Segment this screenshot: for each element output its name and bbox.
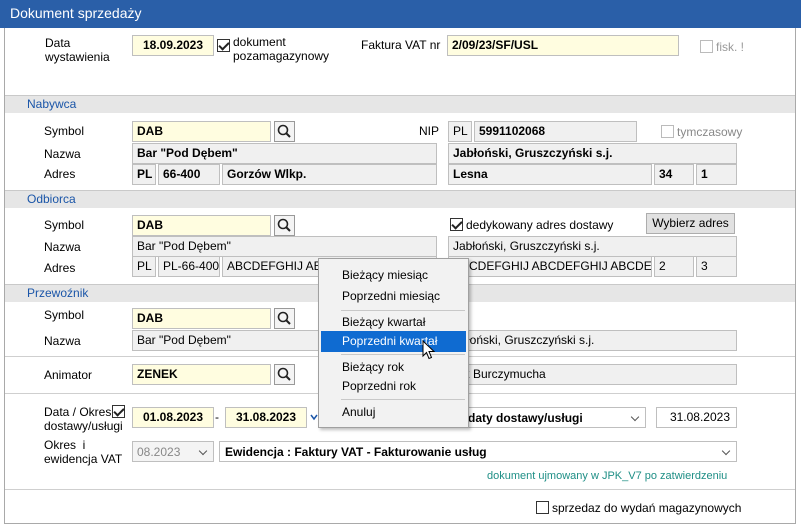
okres-data-field[interactable]: 31.08.2023 bbox=[656, 407, 737, 428]
odbiorca-nazwa-field[interactable]: Bar "Pod Dębem" bbox=[132, 236, 437, 257]
nabywca-search-button[interactable] bbox=[274, 121, 295, 142]
search-icon bbox=[277, 124, 291, 138]
animator-field[interactable]: ZENEK bbox=[132, 364, 271, 385]
odbiorca-nazwa2-field[interactable]: Jabłoński, Gruszczyński s.j. bbox=[448, 236, 737, 257]
fisk-checkbox[interactable] bbox=[700, 40, 713, 53]
section-przewoznik-title: Przewoźnik bbox=[27, 286, 89, 300]
menu-item-poprzedni-rok[interactable]: Poprzedni rok bbox=[321, 376, 466, 397]
menu-item-biezacy-kwartal[interactable]: Bieżący kwartał bbox=[321, 312, 466, 333]
nabywca-ulica-field[interactable]: Lesna bbox=[448, 164, 652, 185]
data-wystawienia-field[interactable]: 18.09.2023 bbox=[132, 35, 214, 56]
przewoznik-nazwa2-field[interactable]: łoński, Gruszczyński s.j. bbox=[448, 330, 737, 351]
nabywca-kraj-field[interactable]: PL bbox=[132, 164, 156, 185]
sprzedaz-checkbox[interactable] bbox=[536, 501, 549, 514]
search-icon bbox=[277, 367, 291, 381]
section-nabywca: Nabywca bbox=[5, 95, 795, 113]
mouse-cursor-icon bbox=[422, 339, 436, 362]
odbiorca-nazwa-label: Nazwa bbox=[44, 240, 81, 254]
okres-checkbox[interactable] bbox=[112, 405, 125, 418]
nabywca-symbol-field[interactable]: DAB bbox=[132, 121, 271, 142]
window-title: Dokument sprzedaży bbox=[10, 5, 142, 21]
ewidencja-select[interactable]: Ewidencja : Faktury VAT - Fakturowanie u… bbox=[219, 441, 737, 462]
animator-label: Animator bbox=[44, 368, 93, 382]
nip-kraj-field[interactable]: PL bbox=[448, 121, 472, 142]
okres-typ-value: daty dostawy/usługi bbox=[468, 411, 583, 425]
menu-item-biezacy-miesiac[interactable]: Bieżący miesiąc bbox=[321, 265, 466, 286]
animator-search-button[interactable] bbox=[274, 364, 295, 385]
section-nabywca-title: Nabywca bbox=[27, 97, 77, 111]
sprzedaz-label: sprzedaz do wydań magazynowych bbox=[552, 501, 742, 515]
nabywca-nr-field[interactable]: 34 bbox=[654, 164, 694, 185]
search-icon bbox=[277, 311, 291, 325]
ewidencja-value: Ewidencja : Faktury VAT - Fakturowanie u… bbox=[225, 445, 487, 459]
okres-od-field[interactable]: 01.08.2023 bbox=[132, 407, 214, 428]
window-title-bar: Dokument sprzedaży bbox=[0, 0, 801, 28]
context-menu: Bieżący miesiąc Poprzedni miesiąc Bieżąc… bbox=[318, 258, 469, 428]
przewoznik-nazwa-label: Nazwa bbox=[44, 334, 81, 348]
nabywca-nazwa-label: Nazwa bbox=[44, 147, 81, 161]
section-odbiorca-title: Odbiorca bbox=[27, 192, 76, 206]
nabywca-symbol-label: Symbol bbox=[44, 124, 85, 138]
okres-typ-select[interactable]: daty dostawy/usługi bbox=[448, 407, 646, 428]
okres-vat-label: Okres i ewidencja VAT bbox=[44, 438, 123, 466]
menu-separator bbox=[341, 354, 465, 355]
wybierz-adres-button[interactable]: Wybierz adres bbox=[646, 213, 735, 234]
nip-field[interactable]: 5991102068 bbox=[474, 121, 637, 142]
okres-dash: - bbox=[215, 410, 219, 424]
menu-item-poprzedni-kwartal[interactable]: Poprzedni kwartał bbox=[321, 331, 466, 352]
pozamagazynowy-label: dokument pozamagazynowy bbox=[233, 35, 330, 63]
przewoznik-symbol-label: Symbol bbox=[44, 308, 85, 322]
pozamagazynowy-checkbox[interactable] bbox=[217, 39, 230, 52]
odbiorca-lok-field[interactable]: 3 bbox=[696, 256, 737, 277]
odbiorca-symbol-label: Symbol bbox=[44, 218, 85, 232]
section-odbiorca: Odbiorca bbox=[5, 190, 795, 208]
odbiorca-search-button[interactable] bbox=[274, 215, 295, 236]
odbiorca-ulica-field[interactable]: ABCDEFGHIJ ABCDEFGHIJ ABCDEFGHIJ bbox=[448, 256, 652, 277]
nabywca-kod-field[interactable]: 66-400 bbox=[158, 164, 220, 185]
menu-item-poprzedni-miesiac[interactable]: Poprzedni miesiąc bbox=[321, 286, 466, 307]
nip-label: NIP bbox=[419, 124, 440, 138]
fisk-label: fisk. ! bbox=[716, 40, 745, 54]
odbiorca-nr-field[interactable]: 2 bbox=[654, 256, 694, 277]
nabywca-nazwa-field[interactable]: Bar "Pod Dębem" bbox=[132, 143, 437, 164]
search-icon bbox=[277, 218, 291, 232]
przewoznik-symbol-field[interactable]: DAB bbox=[132, 308, 271, 329]
divider bbox=[5, 489, 795, 490]
nabywca-miasto-field[interactable]: Gorzów Wlkp. bbox=[222, 164, 437, 185]
odbiorca-kraj-field[interactable]: PL bbox=[132, 256, 156, 277]
okres-do-field[interactable]: 31.08.2023 bbox=[225, 407, 307, 428]
przewoznik-search-button[interactable] bbox=[274, 308, 295, 329]
chevron-down-icon bbox=[628, 408, 645, 427]
animator-name-field[interactable]: ek Burczymucha bbox=[448, 364, 737, 385]
okres-miesiac-value: 08.2023 bbox=[137, 445, 181, 459]
faktura-nr-label: Faktura VAT nr bbox=[361, 38, 441, 52]
odbiorca-symbol-field[interactable]: DAB bbox=[132, 215, 271, 236]
nabywca-adres-label: Adres bbox=[44, 167, 76, 181]
menu-separator bbox=[341, 399, 465, 400]
tymczasowy-checkbox[interactable] bbox=[661, 125, 674, 138]
menu-item-biezacy-rok[interactable]: Bieżący rok bbox=[321, 357, 466, 378]
faktura-nr-field[interactable]: 2/09/23/SF/USL bbox=[447, 35, 679, 56]
dedykowany-checkbox[interactable] bbox=[450, 218, 463, 231]
jpk-info-text: dokument ujmowany w JPK_V7 po zatwierdze… bbox=[487, 470, 728, 482]
okres-dostawy-label: Data / Okres dostawy/usługi bbox=[44, 405, 123, 433]
nabywca-nazwa2-field[interactable]: Jabłoński, Gruszczyński s.j. bbox=[448, 143, 737, 164]
chevron-down-icon bbox=[196, 442, 213, 461]
dedykowany-label: dedykowany adres dostawy bbox=[466, 218, 614, 232]
odbiorca-adres-label: Adres bbox=[44, 261, 76, 275]
nabywca-lok-field[interactable]: 1 bbox=[696, 164, 737, 185]
chevron-down-icon bbox=[719, 442, 736, 461]
tymczasowy-label: tymczasowy bbox=[677, 125, 743, 139]
data-wystawienia-label: Data wystawienia bbox=[45, 36, 110, 64]
menu-separator bbox=[341, 310, 465, 311]
okres-miesiac-select[interactable]: 08.2023 bbox=[132, 441, 214, 462]
menu-item-anuluj[interactable]: Anuluj bbox=[321, 402, 466, 423]
odbiorca-kod-field[interactable]: PL-66-400 bbox=[158, 256, 220, 277]
